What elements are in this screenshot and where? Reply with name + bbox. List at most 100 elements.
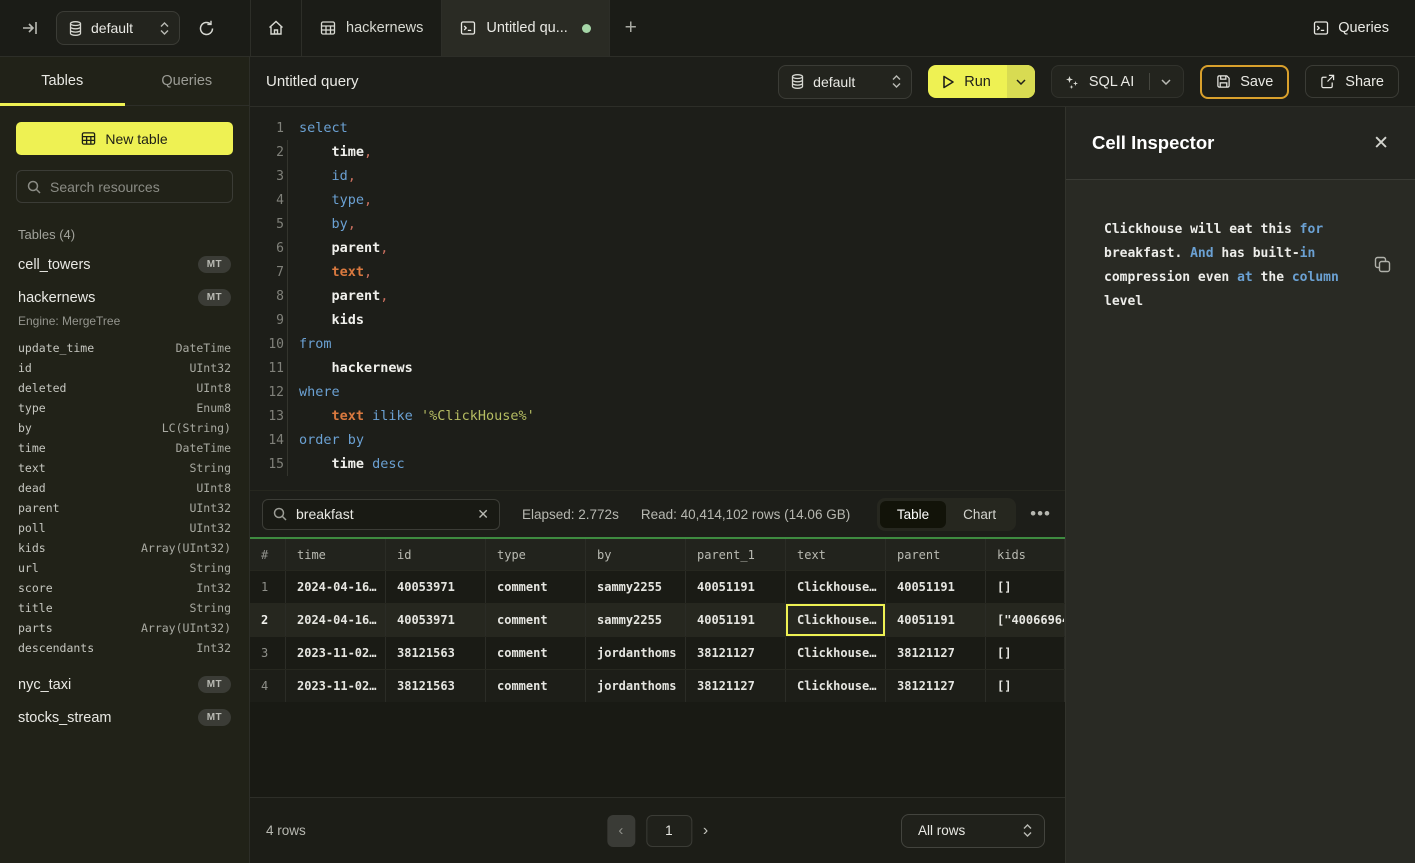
column-header-kids[interactable]: kids: [986, 539, 1065, 570]
view-table-button[interactable]: Table: [880, 501, 946, 528]
table-cell[interactable]: sammy2255: [586, 604, 686, 636]
code-line[interactable]: 5 by,: [262, 212, 1065, 236]
tab-untitled-query[interactable]: Untitled qu...: [442, 0, 609, 56]
topbar-database-selector[interactable]: default: [56, 11, 180, 45]
column-header-type[interactable]: type: [486, 539, 586, 570]
code-line[interactable]: 7 text,: [262, 260, 1065, 284]
column-header-by[interactable]: by: [586, 539, 686, 570]
table-cell[interactable]: Clickhouse…: [786, 637, 886, 669]
table-cell[interactable]: 38121127: [686, 637, 786, 669]
table-cell[interactable]: 40053971: [386, 604, 486, 636]
table-cell[interactable]: comment: [486, 571, 586, 603]
next-page-button[interactable]: ›: [703, 822, 708, 840]
close-inspector-button[interactable]: ✕: [1373, 132, 1389, 155]
table-cell[interactable]: 2024-04-16…: [286, 571, 386, 603]
code-line[interactable]: 10 from: [262, 332, 1065, 356]
table-cell[interactable]: []: [986, 637, 1065, 669]
schema-column-row[interactable]: update_time DateTime: [16, 338, 233, 358]
save-button[interactable]: Save: [1200, 65, 1289, 99]
code-line[interactable]: 15 time desc: [262, 452, 1065, 476]
sidebar-table-nyc-taxi[interactable]: nyc_taxi MT: [16, 668, 233, 701]
table-cell[interactable]: []: [986, 670, 1065, 702]
code-line[interactable]: 11 hackernews: [262, 356, 1065, 380]
schema-column-row[interactable]: id UInt32: [16, 358, 233, 378]
more-options-button[interactable]: •••: [1030, 504, 1051, 524]
page-number-input[interactable]: [646, 815, 692, 847]
schema-column-row[interactable]: time DateTime: [16, 438, 233, 458]
row-number[interactable]: 4: [250, 670, 286, 702]
sidebar-tab-tables[interactable]: Tables: [0, 57, 125, 105]
table-cell[interactable]: 38121127: [886, 670, 986, 702]
table-cell[interactable]: comment: [486, 637, 586, 669]
table-cell[interactable]: Clickhouse…: [786, 571, 886, 603]
table-cell[interactable]: comment: [486, 604, 586, 636]
results-search[interactable]: ✕: [262, 499, 500, 530]
sidebar-table-hackernews[interactable]: hackernews MT: [16, 281, 233, 314]
queries-button[interactable]: Queries: [1313, 20, 1389, 36]
schema-column-row[interactable]: poll UInt32: [16, 518, 233, 538]
row-number[interactable]: 3: [250, 637, 286, 669]
schema-column-row[interactable]: score Int32: [16, 578, 233, 598]
table-cell[interactable]: 40051191: [886, 571, 986, 603]
query-database-selector[interactable]: default: [778, 65, 912, 99]
table-cell[interactable]: jordanthoms: [586, 637, 686, 669]
new-table-button[interactable]: New table: [16, 122, 233, 155]
table-cell[interactable]: Clickhouse…: [786, 670, 886, 702]
table-cell[interactable]: 38121563: [386, 637, 486, 669]
run-options-button[interactable]: [1007, 65, 1035, 98]
table-cell[interactable]: ["40066964…: [986, 604, 1065, 636]
table-cell[interactable]: []: [986, 571, 1065, 603]
code-line[interactable]: 12 where: [262, 380, 1065, 404]
schema-column-row[interactable]: kids Array(UInt32): [16, 538, 233, 558]
results-search-input[interactable]: [296, 506, 468, 522]
sidebar-table-cell-towers[interactable]: cell_towers MT: [16, 248, 233, 281]
previous-page-button[interactable]: ‹: [607, 815, 635, 847]
schema-column-row[interactable]: descendants Int32: [16, 638, 233, 658]
code-line[interactable]: 1 select: [262, 116, 1065, 140]
schema-column-row[interactable]: dead UInt8: [16, 478, 233, 498]
schema-column-row[interactable]: parts Array(UInt32): [16, 618, 233, 638]
run-button[interactable]: Run: [928, 65, 1007, 98]
table-cell[interactable]: 38121563: [386, 670, 486, 702]
copy-cell-button[interactable]: [1374, 215, 1391, 314]
code-line[interactable]: 8 parent,: [262, 284, 1065, 308]
refresh-button[interactable]: [194, 16, 219, 41]
table-cell[interactable]: 2024-04-16…: [286, 604, 386, 636]
row-number[interactable]: 2: [250, 604, 286, 636]
table-cell[interactable]: 40053971: [386, 571, 486, 603]
schema-column-row[interactable]: parent UInt32: [16, 498, 233, 518]
schema-column-row[interactable]: url String: [16, 558, 233, 578]
schema-column-row[interactable]: type Enum8: [16, 398, 233, 418]
table-cell[interactable]: Clickhouse…: [786, 604, 886, 636]
tab-home[interactable]: [250, 0, 302, 56]
schema-column-row[interactable]: deleted UInt8: [16, 378, 233, 398]
code-line[interactable]: 2 time,: [262, 140, 1065, 164]
table-cell[interactable]: 40051191: [686, 604, 786, 636]
table-cell[interactable]: 40051191: [886, 604, 986, 636]
column-header-row-number[interactable]: #: [250, 539, 286, 570]
column-header-time[interactable]: time: [286, 539, 386, 570]
column-header-parent[interactable]: parent: [886, 539, 986, 570]
column-header-id[interactable]: id: [386, 539, 486, 570]
schema-column-row[interactable]: title String: [16, 598, 233, 618]
column-header-parent_1[interactable]: parent_1: [686, 539, 786, 570]
table-cell[interactable]: sammy2255: [586, 571, 686, 603]
share-button[interactable]: Share: [1305, 65, 1399, 98]
table-cell[interactable]: 38121127: [886, 637, 986, 669]
view-chart-button[interactable]: Chart: [946, 501, 1013, 528]
resource-search[interactable]: [16, 170, 233, 203]
collapse-sidebar-button[interactable]: [18, 17, 42, 39]
table-cell[interactable]: 2023-11-02…: [286, 637, 386, 669]
page-size-selector[interactable]: All rows: [901, 814, 1045, 848]
sidebar-table-stocks-stream[interactable]: stocks_stream MT: [16, 701, 233, 734]
code-line[interactable]: 13 text ilike '%ClickHouse%': [262, 404, 1065, 428]
sql-ai-button[interactable]: SQL AI: [1051, 65, 1184, 98]
table-cell[interactable]: 40051191: [686, 571, 786, 603]
code-line[interactable]: 6 parent,: [262, 236, 1065, 260]
new-tab-button[interactable]: +: [610, 0, 652, 56]
sidebar-tab-queries[interactable]: Queries: [125, 57, 250, 105]
row-number[interactable]: 1: [250, 571, 286, 603]
table-cell[interactable]: jordanthoms: [586, 670, 686, 702]
resource-search-input[interactable]: [50, 179, 222, 195]
code-line[interactable]: 4 type,: [262, 188, 1065, 212]
